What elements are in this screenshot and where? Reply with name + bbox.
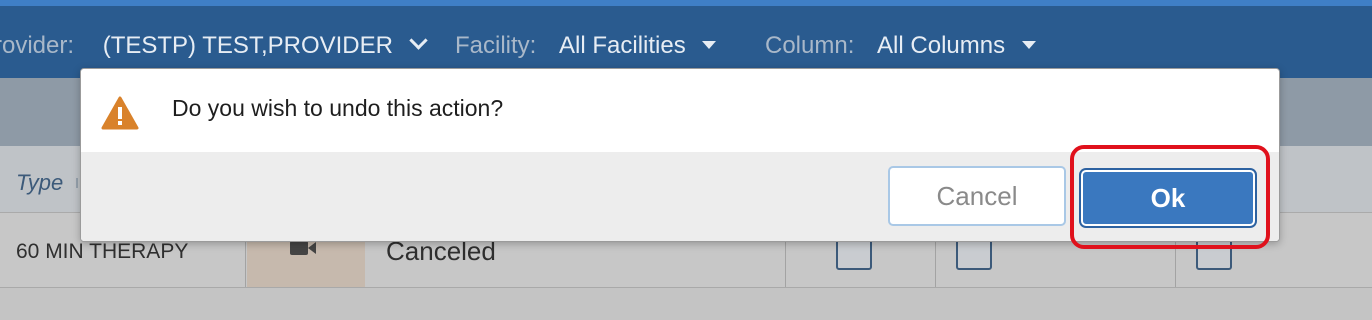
caret-down-icon — [702, 40, 717, 49]
facility-filter-value: All Facilities — [559, 32, 686, 59]
column-filter[interactable]: Column: All Columns — [765, 32, 1036, 60]
type-column-header[interactable]: Type — [16, 170, 63, 196]
dialog-body: Do you wish to undo this action? — [81, 69, 1279, 152]
chevron-down-icon — [408, 31, 428, 50]
row-checkbox[interactable] — [836, 238, 872, 270]
provider-filter[interactable]: rovider: (TESTP) TEST,PROVIDER — [0, 31, 428, 60]
warning-icon — [101, 96, 139, 130]
dialog-message: Do you wish to undo this action? — [172, 95, 504, 121]
appointment-type-cell: 60 MIN THERAPY — [16, 240, 189, 263]
provider-filter-value: (TESTP) TEST,PROVIDER — [102, 32, 393, 59]
provider-filter-label: rovider: — [0, 32, 75, 59]
facility-filter[interactable]: Facility: All Facilities — [455, 32, 717, 60]
column-filter-value: All Columns — [877, 32, 1006, 59]
video-camera-icon — [290, 241, 316, 255]
column-filter-label: Column: — [765, 32, 855, 59]
row-checkbox[interactable] — [956, 238, 992, 270]
app-page: rovider: (TESTP) TEST,PROVIDER Facility:… — [0, 0, 1372, 320]
caret-down-icon — [1021, 40, 1036, 49]
facility-filter-label: Facility: — [455, 32, 537, 59]
ok-button-highlight — [1070, 145, 1270, 249]
cancel-button[interactable]: Cancel — [888, 166, 1066, 226]
